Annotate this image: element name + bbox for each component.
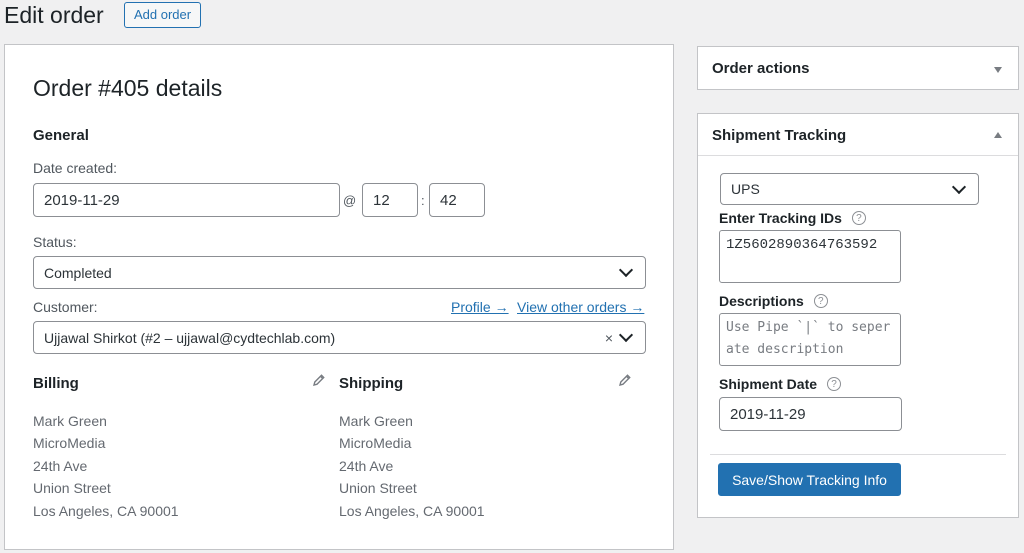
order-actions-title: Order actions	[712, 60, 810, 77]
shipment-date-label: Shipment Date ?	[719, 376, 842, 392]
billing-line: Los Angeles, CA 90001	[33, 503, 179, 519]
edit-shipping-pencil-icon[interactable]	[618, 373, 632, 387]
help-icon[interactable]: ?	[827, 377, 842, 391]
billing-line: 24th Ave	[33, 458, 88, 474]
shipping-line: Union Street	[339, 480, 417, 496]
chevron-down-icon	[618, 327, 634, 343]
shipping-line: MicroMedia	[339, 435, 412, 451]
help-icon[interactable]: ?	[813, 294, 828, 308]
status-value: Completed	[44, 264, 112, 281]
date-created-input[interactable]: 2019-11-29	[33, 183, 340, 217]
shipping-heading: Shipping	[339, 375, 404, 392]
shipping-line: Los Angeles, CA 90001	[339, 503, 485, 519]
help-icon[interactable]: ?	[851, 211, 866, 225]
save-tracking-button[interactable]: Save/Show Tracking Info	[718, 463, 901, 496]
colon-separator: :	[421, 193, 425, 208]
shipment-date-input[interactable]: 2019-11-29	[719, 397, 902, 431]
footer-divider	[710, 454, 1006, 455]
status-select[interactable]: Completed	[33, 256, 646, 289]
date-created-label: Date created:	[33, 160, 118, 176]
shipping-line: 24th Ave	[339, 458, 394, 474]
view-other-orders-link[interactable]: View other orders →	[517, 299, 644, 315]
billing-line: Union Street	[33, 480, 111, 496]
order-details-panel: Order #405 details General Date created:…	[4, 44, 674, 550]
minute-input[interactable]: 42	[429, 183, 485, 217]
shipment-date-label-text: Shipment Date	[719, 376, 818, 392]
caret-down-icon[interactable]	[994, 67, 1002, 73]
at-separator: @	[343, 193, 357, 208]
billing-heading: Billing	[33, 375, 79, 392]
caret-up-icon[interactable]	[994, 132, 1002, 138]
carrier-select[interactable]: UPS	[720, 173, 979, 205]
shipment-tracking-title: Shipment Tracking	[712, 127, 847, 144]
customer-label: Customer:	[33, 299, 98, 315]
tracking-ids-label: Enter Tracking IDs ?	[719, 210, 866, 226]
billing-line: Mark Green	[33, 413, 107, 429]
customer-select[interactable]: Ujjawal Shirkot (#2 – ujjawal@cydtechlab…	[33, 321, 646, 354]
billing-line: MicroMedia	[33, 435, 106, 451]
general-heading: General	[33, 127, 89, 144]
edit-billing-pencil-icon[interactable]	[312, 373, 326, 387]
descriptions-textarea[interactable]: Use Pipe `|` to seperate description	[719, 313, 901, 366]
add-order-button[interactable]: Add order	[124, 2, 202, 28]
order-title: Order #405 details	[33, 75, 223, 101]
profile-link[interactable]: Profile →	[451, 299, 509, 315]
shipping-line: Mark Green	[339, 413, 413, 429]
descriptions-label-text: Descriptions	[719, 293, 804, 309]
page-title: Edit order	[4, 2, 104, 28]
carrier-value: UPS	[731, 181, 760, 197]
chevron-down-icon	[618, 262, 634, 278]
descriptions-label: Descriptions ?	[719, 293, 828, 309]
order-actions-panel[interactable]: Order actions	[697, 46, 1019, 90]
customer-value: Ujjawal Shirkot (#2 – ujjawal@cydtechlab…	[44, 329, 336, 346]
chevron-down-icon	[951, 179, 967, 194]
hour-input[interactable]: 12	[362, 183, 418, 217]
tracking-ids-textarea[interactable]: 1Z5602890364763592	[719, 230, 901, 283]
header-divider	[698, 155, 1018, 156]
tracking-ids-label-text: Enter Tracking IDs	[719, 210, 842, 226]
clear-icon[interactable]: ×	[605, 330, 613, 346]
shipment-tracking-panel: Shipment Tracking UPS Enter Tracking IDs…	[697, 113, 1019, 518]
status-label: Status:	[33, 234, 77, 250]
